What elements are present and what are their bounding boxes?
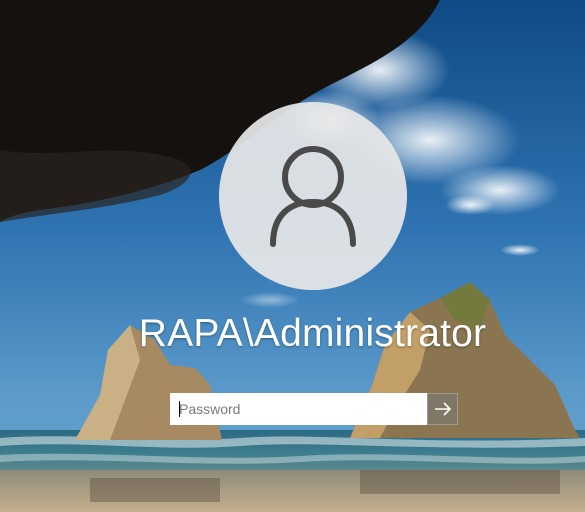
text-caret — [179, 401, 180, 417]
username-label: RAPA\Administrator — [138, 312, 487, 355]
arrow-right-icon — [434, 402, 451, 416]
password-input[interactable] — [170, 393, 427, 425]
user-avatar — [219, 102, 407, 290]
submit-button[interactable] — [427, 393, 458, 425]
password-form — [170, 393, 458, 425]
user-silhouette-icon — [270, 146, 356, 247]
